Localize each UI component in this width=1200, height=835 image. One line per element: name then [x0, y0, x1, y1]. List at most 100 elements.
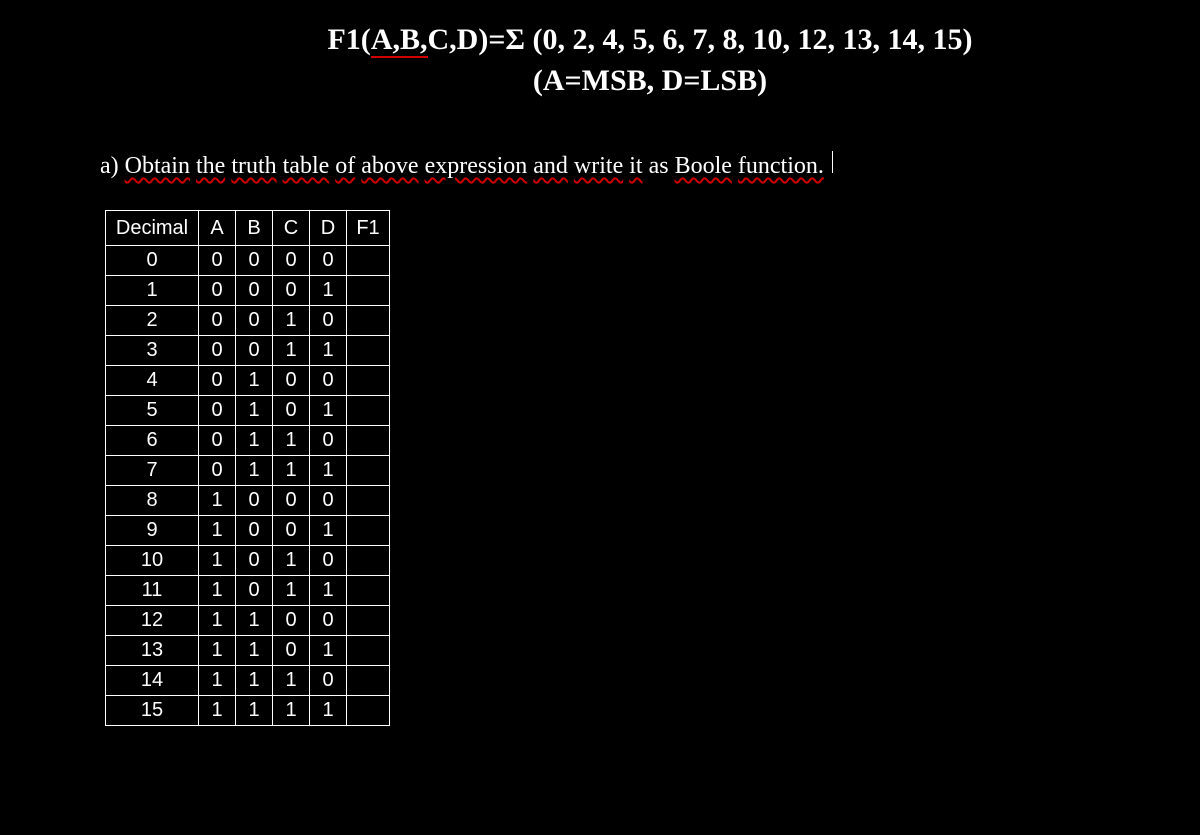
cell-c: 1 — [273, 306, 310, 336]
cell-c: 0 — [273, 246, 310, 276]
cell-dec: 6 — [106, 426, 199, 456]
cell-a: 1 — [199, 696, 236, 726]
cell-d: 1 — [310, 576, 347, 606]
cell-d: 1 — [310, 276, 347, 306]
th-b: B — [236, 211, 273, 246]
cell-f1 — [347, 666, 390, 696]
cell-d: 0 — [310, 426, 347, 456]
cell-b: 1 — [236, 606, 273, 636]
question-word: the — [196, 153, 225, 179]
cell-c: 1 — [273, 426, 310, 456]
cell-dec: 2 — [106, 306, 199, 336]
cell-dec: 3 — [106, 336, 199, 366]
cell-a: 1 — [199, 666, 236, 696]
cell-a: 0 — [199, 366, 236, 396]
cell-c: 1 — [273, 336, 310, 366]
question-word: above — [361, 153, 418, 179]
cell-dec: 1 — [106, 276, 199, 306]
cell-c: 0 — [273, 516, 310, 546]
question-word: Obtain — [125, 153, 190, 179]
table-row: 50101 — [106, 396, 390, 426]
table-row: 101010 — [106, 546, 390, 576]
cell-c: 1 — [273, 666, 310, 696]
cell-d: 0 — [310, 306, 347, 336]
cell-dec: 4 — [106, 366, 199, 396]
cell-dec: 9 — [106, 516, 199, 546]
cell-b: 1 — [236, 456, 273, 486]
cell-dec: 5 — [106, 396, 199, 426]
table-row: 111011 — [106, 576, 390, 606]
cell-c: 0 — [273, 366, 310, 396]
cell-f1 — [347, 366, 390, 396]
cell-d: 1 — [310, 456, 347, 486]
cell-f1 — [347, 306, 390, 336]
cell-a: 0 — [199, 426, 236, 456]
cell-d: 1 — [310, 696, 347, 726]
cell-b: 0 — [236, 246, 273, 276]
table-row: 40100 — [106, 366, 390, 396]
cell-dec: 0 — [106, 246, 199, 276]
cell-d: 1 — [310, 336, 347, 366]
cell-a: 0 — [199, 456, 236, 486]
table-row: 60110 — [106, 426, 390, 456]
cell-a: 1 — [199, 636, 236, 666]
cell-c: 0 — [273, 486, 310, 516]
cell-c: 1 — [273, 576, 310, 606]
cell-a: 1 — [199, 486, 236, 516]
cell-b: 1 — [236, 396, 273, 426]
cell-c: 0 — [273, 636, 310, 666]
cell-dec: 10 — [106, 546, 199, 576]
cell-b: 0 — [236, 546, 273, 576]
cell-f1 — [347, 486, 390, 516]
title-vars-rest: C,D)=Σ (0, 2, 4, 5, 6, 7, 8, 10, 12, 13,… — [428, 23, 973, 56]
cell-f1 — [347, 546, 390, 576]
truth-table-body: 00000 10001 20010 30011 40100 50101 6011… — [106, 246, 390, 726]
cell-d: 1 — [310, 516, 347, 546]
question-word: it — [629, 153, 642, 179]
table-row: 91001 — [106, 516, 390, 546]
cell-f1 — [347, 456, 390, 486]
truth-table: Decimal A B C D F1 00000 10001 20010 300… — [105, 210, 390, 726]
table-row: 81000 — [106, 486, 390, 516]
cell-f1 — [347, 576, 390, 606]
cell-f1 — [347, 336, 390, 366]
th-c: C — [273, 211, 310, 246]
question-word: function. — [738, 153, 824, 179]
document-page: F1(A,B,C,D)=Σ (0, 2, 4, 5, 6, 7, 8, 10, … — [0, 0, 1200, 726]
th-a: A — [199, 211, 236, 246]
cell-a: 0 — [199, 306, 236, 336]
question-word: write — [574, 153, 623, 179]
question-a: a) Obtain the truth table of above expre… — [100, 151, 1140, 180]
th-d: D — [310, 211, 347, 246]
title-line-1: F1(A,B,C,D)=Σ (0, 2, 4, 5, 6, 7, 8, 10, … — [160, 20, 1140, 61]
cell-f1 — [347, 396, 390, 426]
question-label: a) — [100, 153, 119, 180]
title-vars-underlined: A,B, — [371, 23, 428, 58]
cell-a: 0 — [199, 276, 236, 306]
cell-dec: 7 — [106, 456, 199, 486]
cell-f1 — [347, 426, 390, 456]
cell-a: 0 — [199, 396, 236, 426]
cell-d: 0 — [310, 486, 347, 516]
cell-c: 1 — [273, 696, 310, 726]
table-row: 151111 — [106, 696, 390, 726]
table-row: 30011 — [106, 336, 390, 366]
cell-d: 1 — [310, 396, 347, 426]
question-word: and — [533, 153, 568, 179]
cell-f1 — [347, 516, 390, 546]
cell-a: 1 — [199, 606, 236, 636]
question-word: expression — [425, 153, 528, 179]
cell-b: 0 — [236, 336, 273, 366]
cell-a: 0 — [199, 246, 236, 276]
cell-dec: 13 — [106, 636, 199, 666]
question-word: truth — [231, 153, 276, 179]
cell-f1 — [347, 606, 390, 636]
table-row: 131101 — [106, 636, 390, 666]
cell-a: 1 — [199, 576, 236, 606]
title-line-2: (A=MSB, D=LSB) — [160, 61, 1140, 102]
table-row: 121100 — [106, 606, 390, 636]
question-word: table — [283, 153, 330, 179]
cell-c: 0 — [273, 606, 310, 636]
cell-b: 1 — [236, 696, 273, 726]
cell-b: 1 — [236, 666, 273, 696]
